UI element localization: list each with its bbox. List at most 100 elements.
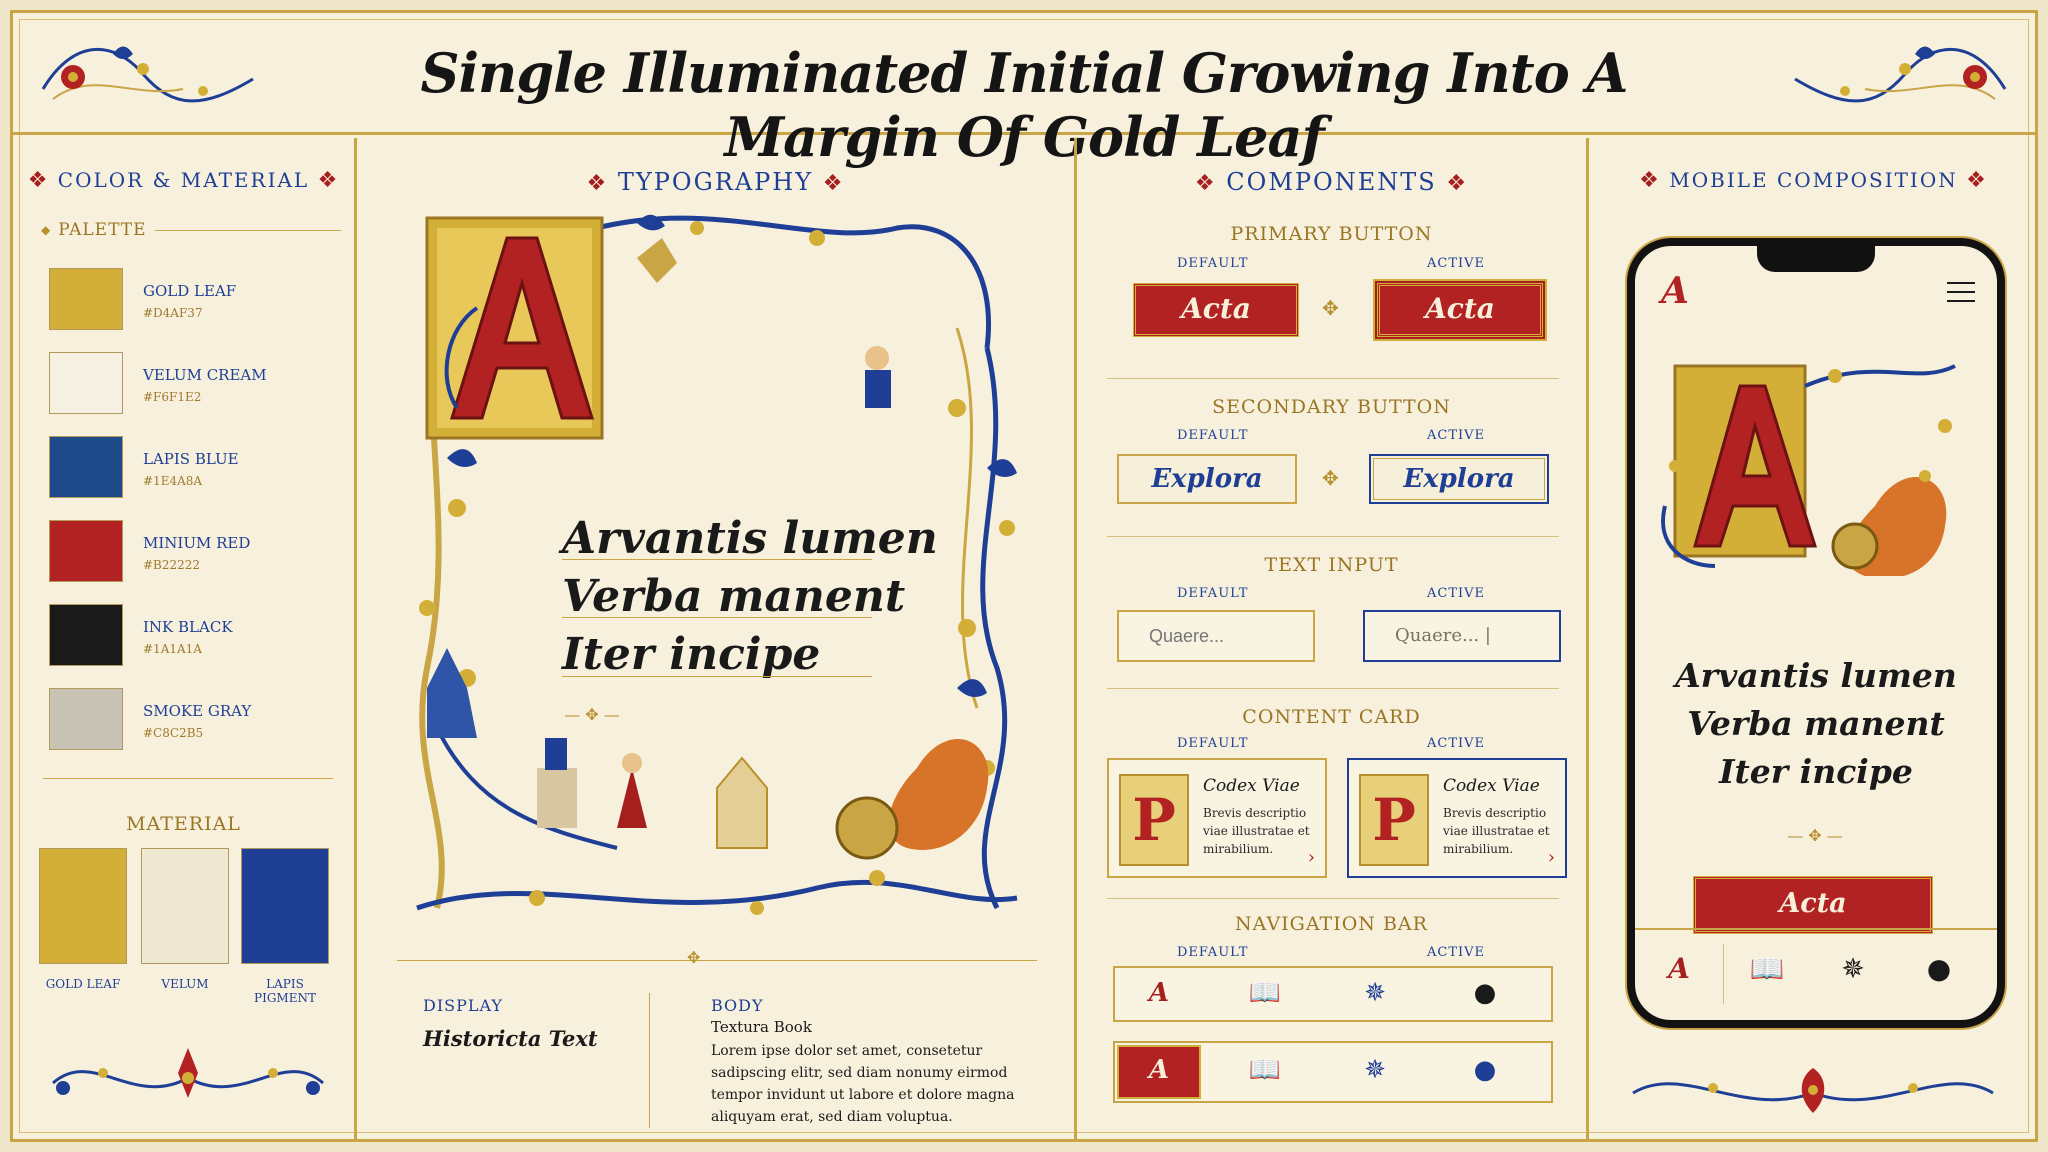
swatch-name: VELUM CREAM	[143, 366, 267, 384]
person-icon[interactable]: ●	[1917, 952, 1961, 985]
fleuron-icon: ❖	[317, 168, 340, 193]
content-card-active[interactable]: P Codex Viae Brevis descriptio viae illu…	[1347, 758, 1567, 878]
color-swatch	[49, 436, 123, 498]
fleuron-icon: — ✥ —	[564, 705, 620, 724]
mobile-phrase: Verba manent	[1687, 704, 1945, 743]
content-card-heading: CONTENT CARD	[1242, 706, 1421, 728]
phone-mockup: A Arvantis lumen Verba manent Iter incip…	[1627, 238, 2005, 1028]
secondary-button-active[interactable]: Explora	[1369, 454, 1549, 504]
mobile-phrase: Arvantis lumen	[1675, 656, 1957, 695]
fleuron-icon: ❖	[27, 168, 50, 193]
chevron-right-icon: ›	[1307, 847, 1315, 868]
compass-icon[interactable]: ✵	[1831, 952, 1875, 985]
display-font-sample: Historicta Text	[423, 1026, 598, 1051]
floral-ornament	[52, 1048, 324, 1098]
mobile-panel: ❖ MOBILE COMPOSITION ❖ A Arvantis lumen …	[1589, 138, 2038, 1142]
fleuron-icon: ❖	[1446, 171, 1469, 196]
color-swatch	[49, 520, 123, 582]
primary-button-default[interactable]: Acta	[1133, 283, 1299, 337]
swatch-name: LAPIS BLUE	[143, 450, 239, 468]
body-label: BODY	[711, 996, 764, 1015]
text-input-active[interactable]: Quaere... |	[1363, 610, 1561, 662]
section-title-components: ❖ COMPONENTS ❖	[1194, 168, 1469, 196]
card-description: Brevis descriptio viae illustratae et mi…	[1203, 806, 1310, 856]
phrase-line: Verba manent	[562, 571, 906, 622]
navigation-bar-active: A 📖 ✵ ●	[1113, 1041, 1553, 1103]
navigation-bar-heading: NAVIGATION BAR	[1235, 913, 1428, 935]
style-sheet: Single Illuminated Initial Growing Into …	[10, 10, 2038, 1142]
nav-home-logo[interactable]: A	[1139, 1055, 1179, 1089]
secondary-button-heading: SECONDARY BUTTON	[1212, 396, 1451, 418]
swatch-hex: #F6F1E2	[143, 390, 202, 404]
material-label: VELUM	[161, 977, 209, 991]
card-description: Brevis descriptio viae illustratae et mi…	[1443, 806, 1550, 856]
navigation-bar-default: A 📖 ✵ ●	[1113, 966, 1553, 1022]
palette-heading: ◆ PALETTE	[41, 220, 341, 240]
mobile-navigation-bar: A 📖 ✵ ●	[1635, 928, 1997, 1020]
nav-home-logo[interactable]: A	[1139, 978, 1179, 1012]
body-font-name: Textura Book	[711, 1018, 812, 1036]
app-logo[interactable]: A	[1661, 270, 1689, 312]
fleuron-icon: ❖	[822, 171, 845, 196]
material-lapis	[241, 848, 329, 964]
compass-icon[interactable]: ✵	[1355, 978, 1395, 1012]
swatch-hex: #1E4A8A	[143, 474, 203, 488]
primary-button-heading: PRIMARY BUTTON	[1230, 223, 1433, 245]
fleuron-icon: ❖	[1966, 168, 1988, 193]
mobile-illumination	[1661, 364, 1956, 576]
color-swatch	[49, 604, 123, 666]
fleuron-icon: ❖	[1639, 168, 1661, 193]
swatch-hex: #C8C2B5	[143, 726, 204, 740]
card-title: Codex Viae	[1443, 776, 1540, 796]
color-swatch	[49, 268, 123, 330]
components-panel: ❖ COMPONENTS ❖ PRIMARY BUTTON DEFAULT AC…	[1077, 138, 1589, 1142]
menu-icon[interactable]	[1947, 282, 1975, 309]
fleuron-icon: ✥	[1322, 296, 1339, 320]
corner-ornament-right	[1794, 46, 2007, 103]
section-title-color: ❖ COLOR & MATERIAL ❖	[27, 168, 340, 193]
phrase-line: Arvantis lumen	[562, 513, 938, 564]
nav-home-logo[interactable]: A	[1657, 952, 1701, 985]
swatch-name: INK BLACK	[143, 618, 233, 636]
swatch-name: SMOKE GRAY	[143, 702, 252, 720]
mobile-phrase: Iter incipe	[1719, 752, 1913, 791]
swatch-hex: #D4AF37	[143, 306, 203, 320]
secondary-button-default[interactable]: Explora	[1117, 454, 1297, 504]
corner-ornament-left	[41, 46, 254, 103]
floral-ornament	[1632, 1068, 1994, 1113]
swatch-name: MINIUM RED	[143, 534, 251, 552]
typography-panel: ❖ TYPOGRAPHY ❖ Arvantis lumen Verba mane…	[357, 138, 1077, 1142]
book-icon[interactable]: 📖	[1245, 978, 1285, 1012]
card-initial-thumbnail: P	[1359, 774, 1429, 866]
person-icon[interactable]: ●	[1465, 1055, 1505, 1089]
header: Single Illuminated Initial Growing Into …	[13, 13, 2035, 169]
fleuron-icon: ❖	[1194, 171, 1217, 196]
material-velum	[141, 848, 229, 964]
color-swatch	[49, 352, 123, 414]
primary-button-active[interactable]: Acta	[1377, 283, 1543, 337]
fleuron-icon: ✥	[687, 948, 701, 967]
section-title-typography: ❖ TYPOGRAPHY ❖	[586, 168, 845, 196]
book-icon[interactable]: 📖	[1745, 952, 1789, 985]
card-initial-thumbnail: P	[1119, 774, 1189, 866]
swatch-name: GOLD LEAF	[143, 282, 237, 300]
material-label: GOLD LEAF	[45, 977, 121, 991]
fleuron-icon: — ✥ —	[1787, 826, 1843, 845]
fleuron-icon: ✥	[1322, 466, 1339, 490]
content-card-default[interactable]: P Codex Viae Brevis descriptio viae illu…	[1107, 758, 1327, 878]
phrase-line: Iter incipe	[562, 629, 821, 680]
color-swatch	[49, 688, 123, 750]
card-title: Codex Viae	[1203, 776, 1300, 796]
display-label: DISPLAY	[423, 996, 503, 1015]
material-gold-leaf	[39, 848, 127, 964]
person-icon[interactable]: ●	[1465, 978, 1505, 1012]
color-material-panel: ❖ COLOR & MATERIAL ❖ ◆ PALETTE GOLD LEAF…	[13, 138, 357, 1142]
text-input-default[interactable]	[1117, 610, 1315, 662]
section-title-mobile: ❖ MOBILE COMPOSITION ❖	[1639, 168, 1988, 193]
material-label: LAPIS PIGMENT	[254, 977, 316, 1005]
mobile-primary-button[interactable]: Acta	[1693, 876, 1933, 934]
book-icon[interactable]: 📖	[1245, 1055, 1285, 1089]
illuminated-border	[416, 214, 1018, 915]
material-heading: MATERIAL	[126, 813, 241, 835]
compass-icon[interactable]: ✵	[1355, 1055, 1395, 1089]
